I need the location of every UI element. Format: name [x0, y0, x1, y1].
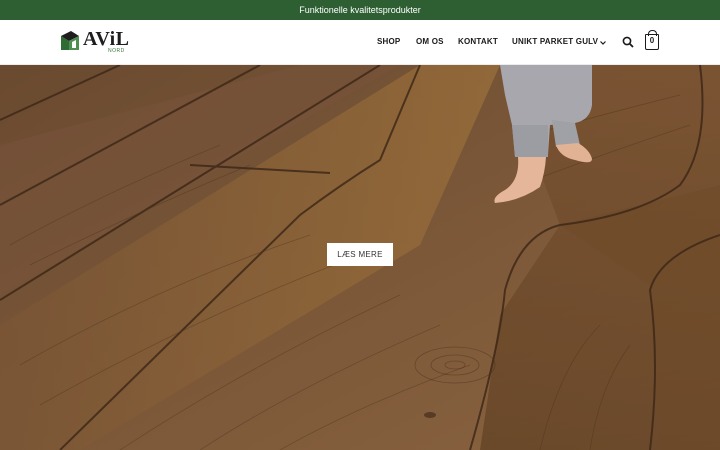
chevron-down-icon[interactable]	[599, 39, 607, 47]
site-header: AViL NORD SHOP OM OS KONTAKT UNIKT PARKE…	[0, 20, 720, 65]
announcement-text: Funktionelle kvalitetsprodukter	[299, 5, 421, 15]
nav-om-os[interactable]: OM OS	[416, 37, 444, 46]
search-icon[interactable]	[622, 36, 634, 48]
site-logo[interactable]: AViL NORD	[60, 28, 132, 56]
logo-mark-icon	[61, 31, 79, 50]
cart-icon[interactable]: 0	[645, 30, 659, 50]
logo-subtext: NORD	[108, 48, 125, 54]
read-more-button[interactable]: LÆS MERE	[327, 243, 393, 266]
cart-count: 0	[649, 36, 655, 45]
nav-shop[interactable]: SHOP	[377, 37, 400, 46]
announcement-bar: Funktionelle kvalitetsprodukter	[0, 0, 720, 20]
hero-banner: LÆS MERE	[0, 65, 720, 450]
nav-kontakt[interactable]: KONTAKT	[458, 37, 498, 46]
nav-unikt-parket-gulv[interactable]: UNIKT PARKET GULV	[512, 37, 598, 46]
